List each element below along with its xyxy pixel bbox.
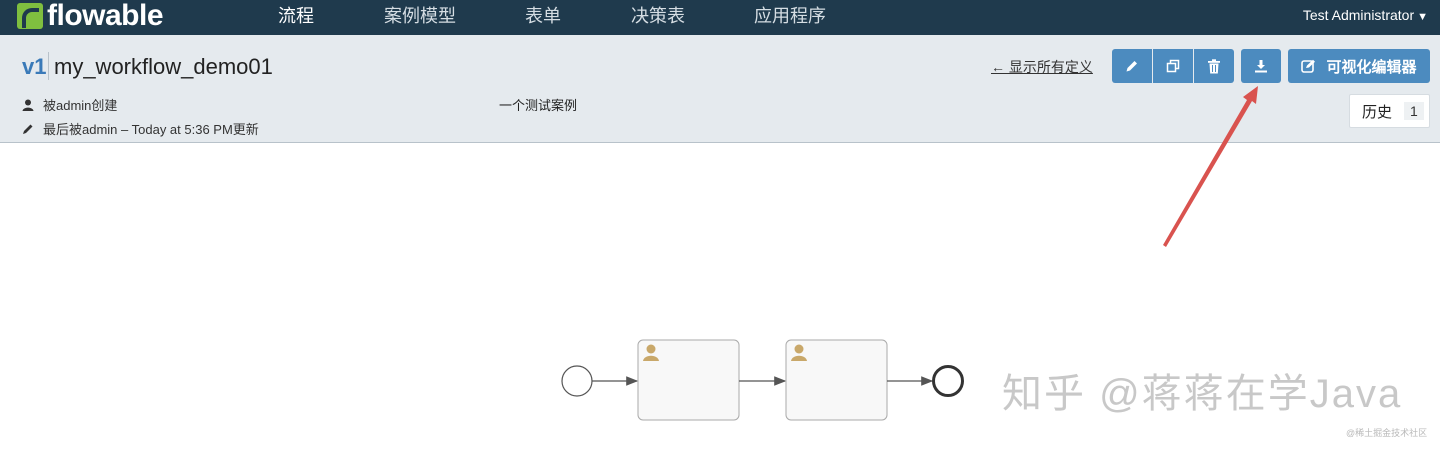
download-icon xyxy=(1255,60,1267,73)
nav-item-apps[interactable]: 应用程序 xyxy=(754,0,826,35)
nav-item-forms[interactable]: 表单 xyxy=(525,0,561,35)
created-by-text: 被admin创建 xyxy=(43,98,118,113)
visual-editor-label: 可视化编辑器 xyxy=(1326,58,1417,76)
trash-icon xyxy=(1208,58,1220,73)
pencil-icon xyxy=(23,124,33,134)
history-button[interactable]: 历史 1 xyxy=(1349,94,1430,128)
history-label: 历史 xyxy=(1362,103,1393,121)
nav-item-case-models[interactable]: 案例模型 xyxy=(384,0,456,35)
updated-text: 最后被admin – Today at 5:36 PM更新 xyxy=(43,122,259,137)
end-event[interactable] xyxy=(932,365,964,397)
edit-button[interactable] xyxy=(1112,49,1152,83)
flowable-logo[interactable]: flowable xyxy=(17,0,164,32)
divider xyxy=(48,52,49,80)
created-by-line: 被admin创建 xyxy=(22,95,117,114)
model-description: 一个测试案例 xyxy=(499,98,578,113)
model-header: v1 my_workflow_demo01 被admin创建 最后被admin … xyxy=(0,35,1440,143)
start-event[interactable] xyxy=(561,365,593,397)
logo-text: flowable xyxy=(47,0,164,32)
delete-button[interactable] xyxy=(1194,49,1234,83)
user-icon xyxy=(22,99,34,111)
copy-button[interactable] xyxy=(1153,49,1193,83)
watermark: 知乎 @蒋蒋在学Java xyxy=(1002,372,1403,416)
nav-item-process[interactable]: 流程 xyxy=(278,0,314,35)
watermark-small: @稀土掘金技术社区 xyxy=(1346,428,1428,438)
visual-editor-button[interactable]: 可视化编辑器 xyxy=(1288,49,1430,83)
edit-square-icon xyxy=(1301,59,1316,73)
download-button[interactable] xyxy=(1241,49,1281,83)
history-count-badge: 1 xyxy=(1404,102,1424,120)
updated-line: 最后被admin – Today at 5:36 PM更新 xyxy=(22,119,259,138)
show-all-definitions-link[interactable]: ← 显示所有定义 xyxy=(991,57,1093,77)
pencil-icon xyxy=(1126,61,1137,72)
nav-item-decision-tables[interactable]: 决策表 xyxy=(631,0,685,35)
user-menu[interactable]: Test Administrator ▼ xyxy=(1303,0,1428,32)
flowable-logo-icon xyxy=(17,3,43,29)
copy-icon xyxy=(1166,59,1180,73)
version-label: v1 xyxy=(22,54,47,79)
chevron-down-icon: ▼ xyxy=(1417,11,1428,23)
user-name: Test Administrator xyxy=(1302,7,1415,23)
model-title: my_workflow_demo01 xyxy=(54,54,273,79)
top-nav-bar: flowable 流程 案例模型 表单 决策表 应用程序 Test Admini… xyxy=(0,0,1440,35)
